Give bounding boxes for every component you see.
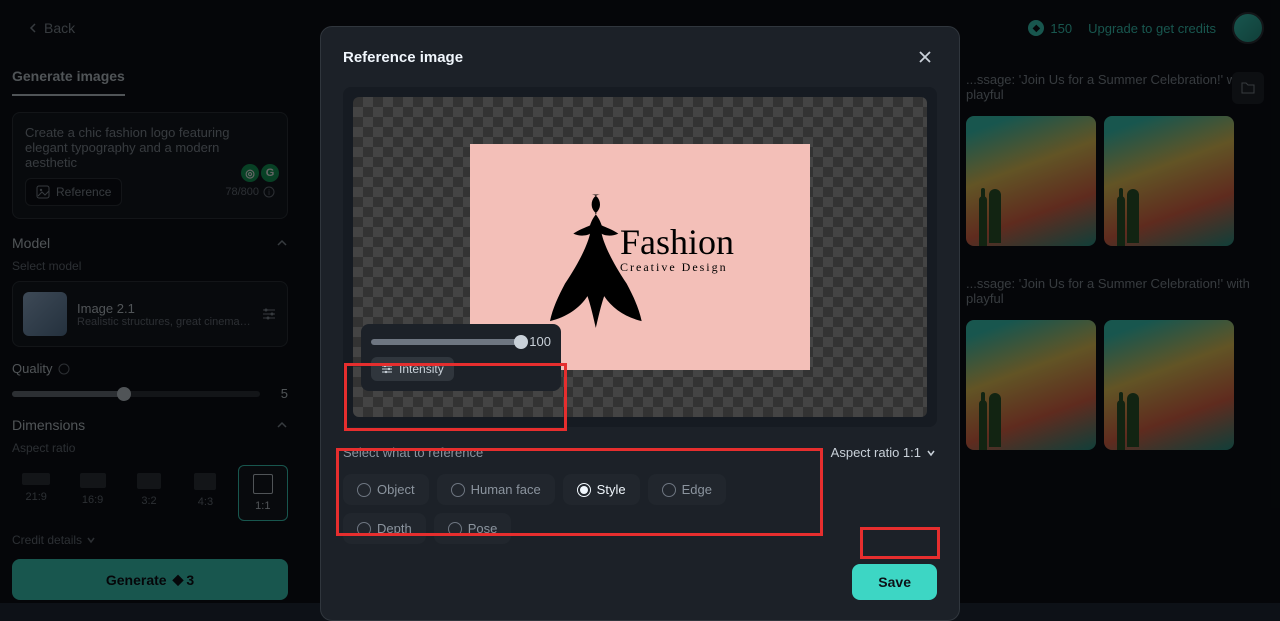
ref-option-object[interactable]: Object xyxy=(343,474,429,505)
close-button[interactable] xyxy=(913,45,937,69)
intensity-panel: 100 Intensity xyxy=(361,324,561,391)
sliders-icon xyxy=(381,363,393,375)
reference-image-modal: Reference image Fashion Creative Design xyxy=(320,26,960,621)
logo-subtitle: Creative Design xyxy=(620,260,734,275)
ref-option-pose[interactable]: Pose xyxy=(434,513,512,544)
ref-option-human-face[interactable]: Human face xyxy=(437,474,555,505)
aspect-ratio-selector[interactable]: Aspect ratio 1:1 xyxy=(831,445,937,460)
preview-box: Fashion Creative Design 100 Intensity xyxy=(343,87,937,427)
ref-option-style[interactable]: Style xyxy=(563,474,640,505)
modal-title: Reference image xyxy=(343,49,463,66)
ref-option-depth[interactable]: Depth xyxy=(343,513,426,544)
close-icon xyxy=(918,50,932,64)
ref-option-edge[interactable]: Edge xyxy=(648,474,726,505)
save-button[interactable]: Save xyxy=(852,564,937,600)
reference-select-label: Select what to reference xyxy=(343,445,811,460)
intensity-value: 100 xyxy=(529,334,551,349)
intensity-slider[interactable] xyxy=(371,339,521,345)
logo-title: Fashion xyxy=(620,224,734,260)
intensity-label-button[interactable]: Intensity xyxy=(371,357,454,381)
chevron-down-icon xyxy=(925,447,937,459)
